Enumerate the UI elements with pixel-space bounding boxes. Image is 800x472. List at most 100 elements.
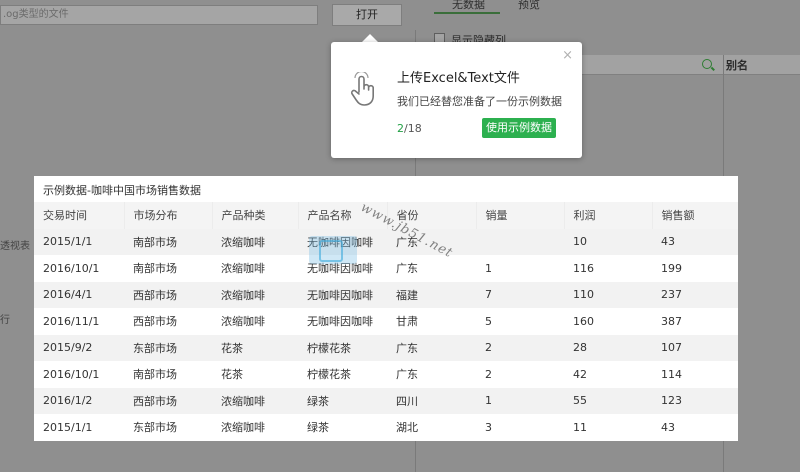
table-cell: 116 — [564, 255, 652, 282]
table-cell: 2015/9/2 — [34, 334, 124, 361]
table-cell: 2015/1/1 — [34, 414, 124, 441]
table-cell: 2016/4/1 — [34, 281, 124, 308]
table-cell: 东部市场 — [124, 414, 212, 441]
column-header: 产品种类 — [212, 202, 299, 229]
column-header: 市场分布 — [124, 202, 213, 229]
table-cell: 浓缩咖啡 — [212, 255, 298, 282]
table-cell: 107 — [652, 334, 738, 361]
table-cell: 浓缩咖啡 — [212, 281, 298, 308]
file-path-input[interactable]: .og类型的文件 — [0, 5, 318, 25]
column-header: 销售额 — [652, 202, 738, 229]
active-tab-indicator — [434, 12, 500, 14]
table-row: 2015/1/1 东部市场 浓缩咖啡 绿茶 湖北 3 11 43 — [34, 414, 738, 441]
table-cell: 11 — [564, 414, 652, 441]
table-cell: 福建 — [387, 281, 476, 308]
table-cell: 2016/10/1 — [34, 255, 124, 282]
hand-pointer-icon — [351, 72, 374, 106]
popup-description: 我们已经替您准备了一份示例数据 — [397, 95, 562, 108]
table-cell: 123 — [652, 387, 738, 414]
table-cell: 南部市场 — [124, 255, 212, 282]
table-cell: 广东 — [387, 334, 476, 361]
table-cell: 160 — [564, 308, 652, 335]
column-header: 产品名称 — [298, 202, 388, 229]
alias-header: 别名 — [726, 59, 748, 72]
table-cell: 西部市场 — [124, 387, 212, 414]
sample-data-title: 示例数据-咖啡中国市场销售数据 — [43, 184, 201, 197]
table-cell: 28 — [564, 334, 652, 361]
table-cell: 1 — [476, 255, 564, 282]
guide-popup: × 上传Excel&Text文件 我们已经替您准备了一份示例数据 2/18 使用… — [331, 42, 582, 158]
table-cell: 3 — [476, 414, 564, 441]
table-cell: 广东 — [387, 361, 476, 388]
table-cell: 2 — [476, 361, 564, 388]
table-cell: 西部市场 — [124, 308, 212, 335]
popup-arrow — [362, 34, 378, 42]
step-total: /18 — [404, 122, 422, 135]
table-cell: 5 — [476, 308, 564, 335]
step-counter: 2/18 — [397, 122, 422, 135]
sample-data-card: 示例数据-咖啡中国市场销售数据 交易时间 市场分布 产品种类 产品名称 省份 销… — [34, 176, 738, 441]
sample-data-table: 交易时间 市场分布 产品种类 产品名称 省份 销量 利润 销售额 2015/1/… — [34, 202, 738, 441]
table-cell: 浓缩咖啡 — [212, 414, 298, 441]
table-cell: 1 — [476, 387, 564, 414]
table-cell: 110 — [564, 281, 652, 308]
table-cell: 东部市场 — [124, 334, 212, 361]
table-row: 2016/10/1 南部市场 浓缩咖啡 无咖啡因咖啡 广东 1 116 199 — [34, 255, 738, 282]
table-cell: 2016/1/2 — [34, 387, 124, 414]
popup-title: 上传Excel&Text文件 — [397, 71, 520, 86]
open-button[interactable]: 打开 — [332, 4, 402, 26]
table-cell: 绿茶 — [298, 387, 387, 414]
table-row: 2016/4/1 西部市场 浓缩咖啡 无咖啡因咖啡 福建 7 110 237 — [34, 281, 738, 308]
table-cell: 237 — [652, 281, 738, 308]
table-cell: 199 — [652, 255, 738, 282]
column-header: 利润 — [564, 202, 653, 229]
table-cell: 南部市场 — [124, 361, 212, 388]
watermark-logo — [309, 236, 357, 264]
tab-no-data[interactable]: 无数据 — [452, 0, 485, 10]
close-icon[interactable]: × — [562, 48, 573, 63]
search-icon[interactable] — [702, 59, 712, 69]
table-row: 2016/11/1 西部市场 浓缩咖啡 无咖啡因咖啡 甘肃 5 160 387 — [34, 308, 738, 335]
table-cell — [476, 228, 564, 255]
table-cell: 浓缩咖啡 — [212, 228, 298, 255]
table-cell: 无咖啡因咖啡 — [298, 308, 387, 335]
use-sample-data-button[interactable]: 使用示例数据 — [482, 118, 556, 138]
tab-preview[interactable]: 预览 — [518, 0, 540, 10]
table-cell: 西部市场 — [124, 281, 212, 308]
table-row: 2015/9/2 东部市场 花茶 柠檬花茶 广东 2 28 107 — [34, 334, 738, 361]
table-cell: 甘肃 — [387, 308, 476, 335]
column-header: 销量 — [476, 202, 565, 229]
table-cell: 广东 — [387, 228, 476, 255]
table-cell: 2 — [476, 334, 564, 361]
table-cell: 43 — [652, 414, 738, 441]
table-cell: 花茶 — [212, 361, 298, 388]
pivot-table-label[interactable]: 透视表 — [0, 237, 30, 252]
table-cell: 柠檬花茶 — [298, 361, 387, 388]
table-cell: 花茶 — [212, 334, 298, 361]
table-cell: 南部市场 — [124, 228, 212, 255]
table-cell: 绿茶 — [298, 414, 387, 441]
table-cell: 43 — [652, 228, 738, 255]
table-cell: 7 — [476, 281, 564, 308]
table-row: 2016/10/1 南部市场 花茶 柠檬花茶 广东 2 42 114 — [34, 361, 738, 388]
table-cell: 2015/1/1 — [34, 228, 124, 255]
table-cell: 2016/11/1 — [34, 308, 124, 335]
row-label: 行 — [0, 315, 10, 326]
table-row: 2015/1/1 南部市场 浓缩咖啡 无咖啡因咖啡 广东 10 43 — [34, 228, 738, 255]
table-cell: 42 — [564, 361, 652, 388]
column-header: 省份 — [387, 202, 477, 229]
table-cell: 广东 — [387, 255, 476, 282]
column-header: 交易时间 — [34, 202, 125, 229]
table-cell: 湖北 — [387, 414, 476, 441]
table-cell: 114 — [652, 361, 738, 388]
table-cell: 浓缩咖啡 — [212, 308, 298, 335]
table-cell: 无咖啡因咖啡 — [298, 281, 387, 308]
table-row: 2016/1/2 西部市场 浓缩咖啡 绿茶 四川 1 55 123 — [34, 387, 738, 414]
table-cell: 387 — [652, 308, 738, 335]
table-cell: 柠檬花茶 — [298, 334, 387, 361]
table-cell: 四川 — [387, 387, 476, 414]
table-cell: 10 — [564, 228, 652, 255]
table-cell: 浓缩咖啡 — [212, 387, 298, 414]
step-current: 2 — [397, 122, 404, 135]
table-header-row: 交易时间 市场分布 产品种类 产品名称 省份 销量 利润 销售额 — [34, 202, 738, 229]
